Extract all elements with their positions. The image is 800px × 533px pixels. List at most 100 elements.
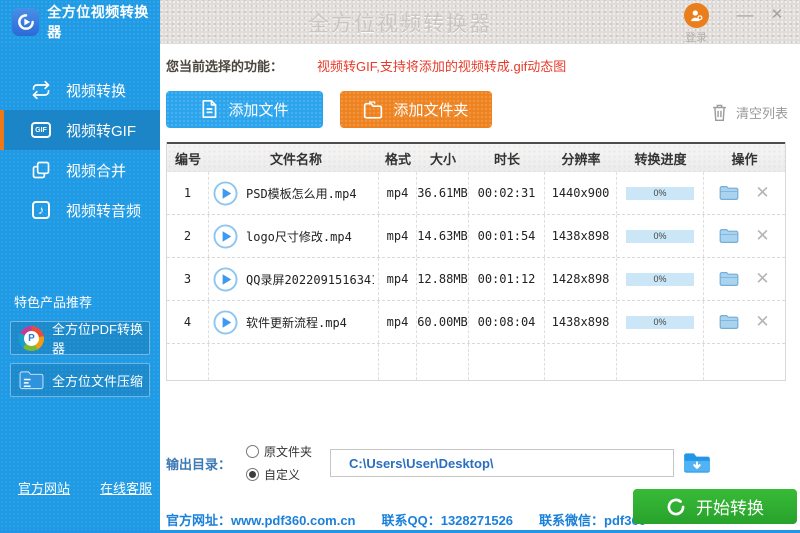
progress-bar: 0% [626, 316, 694, 329]
window-title: 全方位视频转换器 [160, 8, 640, 38]
sidebar-item-label: 视频转换 [66, 80, 126, 101]
output-directory-section: 输出目录： 原文件夹 自定义 [166, 443, 712, 483]
music-note-icon: ♪ [30, 199, 52, 221]
merge-icon [30, 159, 52, 181]
file-format: mp4 [379, 172, 417, 214]
row-operations: ✕ [704, 215, 785, 257]
app-logo-text: 全方位视频转换器 [47, 2, 160, 42]
col-header-ops: 操作 [704, 144, 785, 172]
progress-bar: 0% [626, 187, 694, 200]
play-icon[interactable] [213, 224, 238, 249]
play-icon[interactable] [213, 181, 238, 206]
file-name: logo尺寸修改.mp4 [246, 228, 352, 245]
file-format: mp4 [379, 215, 417, 257]
open-folder-icon[interactable] [719, 271, 739, 287]
progress-label: 0% [626, 230, 694, 243]
app-window: 全方位视频转换器 全方位视频转换器 登录 — ✕ 视频转换 GIF 视 [0, 0, 800, 533]
login-label: 登录 [674, 29, 718, 45]
row-name-cell: logo尺寸修改.mp4 [209, 215, 379, 257]
file-duration: 00:02:31 [469, 172, 545, 214]
radio-icon-unchecked[interactable] [246, 445, 259, 458]
official-site-link[interactable]: 官方网站 [18, 478, 70, 497]
row-operations: ✕ [704, 301, 785, 343]
sidebar-item-video-merge[interactable]: 视频合并 [0, 150, 160, 190]
promo-label: 全方位PDF转换器 [52, 319, 149, 357]
table-empty-area [167, 344, 785, 380]
open-folder-icon[interactable] [719, 228, 739, 244]
file-size: 12.88MB [417, 258, 469, 300]
add-folder-button[interactable]: 添加文件夹 [340, 91, 492, 128]
footer-qq: 联系QQ：1328271526 [382, 510, 514, 529]
output-mode-radios: 原文件夹 自定义 [246, 443, 330, 483]
app-logo-icon [12, 8, 39, 36]
login-button[interactable]: 登录 [674, 3, 718, 45]
progress-cell: 0% [617, 301, 704, 343]
promo-label: 全方位文件压缩 [52, 371, 143, 390]
row-no: 2 [167, 215, 209, 257]
browse-folder-button[interactable] [682, 450, 712, 476]
col-header-progress: 转换进度 [617, 144, 704, 172]
clear-list-button[interactable]: 清空列表 [711, 103, 788, 122]
footer-website: 官方网址：www.pdf360.com.cn [166, 510, 356, 529]
file-size: 60.00MB [417, 301, 469, 343]
file-doc-icon [200, 99, 218, 119]
file-format: mp4 [379, 258, 417, 300]
table-row: 2 logo尺寸修改.mp4 mp4 14.63MB 00:01:54 1438… [167, 215, 785, 258]
remove-file-icon[interactable]: ✕ [755, 226, 769, 246]
toolbar: 添加文件 添加文件夹 清空列表 [166, 90, 788, 128]
sidebar-item-label: 视频转音频 [66, 200, 141, 221]
user-icon [684, 3, 709, 28]
file-duration: 00:01:12 [469, 258, 545, 300]
play-icon[interactable] [213, 267, 238, 292]
remove-file-icon[interactable]: ✕ [755, 269, 769, 289]
progress-bar: 0% [626, 273, 694, 286]
sidebar-item-video-to-gif[interactable]: GIF 视频转GIF [0, 110, 160, 150]
refresh-icon [666, 497, 686, 517]
row-name-cell: PSD模板怎么用.mp4 [209, 172, 379, 214]
remove-file-icon[interactable]: ✕ [755, 183, 769, 203]
gif-icon: GIF [30, 119, 52, 141]
output-path-input[interactable] [330, 449, 674, 477]
row-no: 3 [167, 258, 209, 300]
remove-file-icon[interactable]: ✕ [755, 312, 769, 332]
progress-cell: 0% [617, 215, 704, 257]
sidebar-item-video-convert[interactable]: 视频转换 [0, 70, 160, 110]
progress-label: 0% [626, 187, 694, 200]
file-name: 软件更新流程.mp4 [246, 314, 347, 331]
progress-cell: 0% [617, 172, 704, 214]
add-file-button[interactable]: 添加文件 [166, 91, 323, 128]
main-panel: 您当前选择的功能： 视频转GIF,支持将添加的视频转成.gif动态图 添加文件 … [160, 44, 800, 533]
file-format: mp4 [379, 301, 417, 343]
footer-wechat: 联系微信：pdf360 [539, 510, 646, 529]
close-button[interactable]: ✕ [764, 4, 790, 26]
row-name-cell: QQ录屏20220915163414.mp4 [209, 258, 379, 300]
sidebar-menu: 视频转换 GIF 视频转GIF 视频合并 ♪ 视频转音频 [0, 70, 160, 230]
radio-original-folder[interactable]: 原文件夹 [246, 443, 330, 460]
file-resolution: 1438x898 [545, 215, 617, 257]
file-size: 36.61MB [417, 172, 469, 214]
start-convert-button[interactable]: 开始转换 [633, 489, 797, 524]
app-logo: 全方位视频转换器 [0, 0, 160, 44]
file-size: 14.63MB [417, 215, 469, 257]
minimize-button[interactable]: — [732, 4, 758, 26]
compress-folder-icon [19, 370, 44, 391]
sidebar-item-label: 视频合并 [66, 160, 126, 181]
play-icon[interactable] [213, 310, 238, 335]
table-row: 1 PSD模板怎么用.mp4 mp4 36.61MB 00:02:31 1440… [167, 172, 785, 215]
file-resolution: 1440x900 [545, 172, 617, 214]
radio-icon-checked[interactable] [246, 468, 259, 481]
title-bar: 全方位视频转换器 全方位视频转换器 登录 — ✕ [0, 0, 800, 44]
hint-message: 视频转GIF,支持将添加的视频转成.gif动态图 [317, 56, 566, 75]
open-folder-icon[interactable] [719, 314, 739, 330]
radio-custom-folder[interactable]: 自定义 [246, 466, 330, 483]
progress-bar: 0% [626, 230, 694, 243]
file-name: PSD模板怎么用.mp4 [246, 185, 357, 202]
open-folder-icon[interactable] [719, 185, 739, 201]
sidebar-item-video-to-audio[interactable]: ♪ 视频转音频 [0, 190, 160, 230]
promo-pdf-converter[interactable]: P 全方位PDF转换器 [10, 321, 150, 355]
promo-file-compressor[interactable]: 全方位文件压缩 [10, 363, 150, 397]
online-support-link[interactable]: 在线客服 [100, 478, 152, 497]
progress-label: 0% [626, 273, 694, 286]
col-header-resolution: 分辨率 [545, 144, 617, 172]
hint-prefix: 您当前选择的功能： [166, 56, 283, 75]
